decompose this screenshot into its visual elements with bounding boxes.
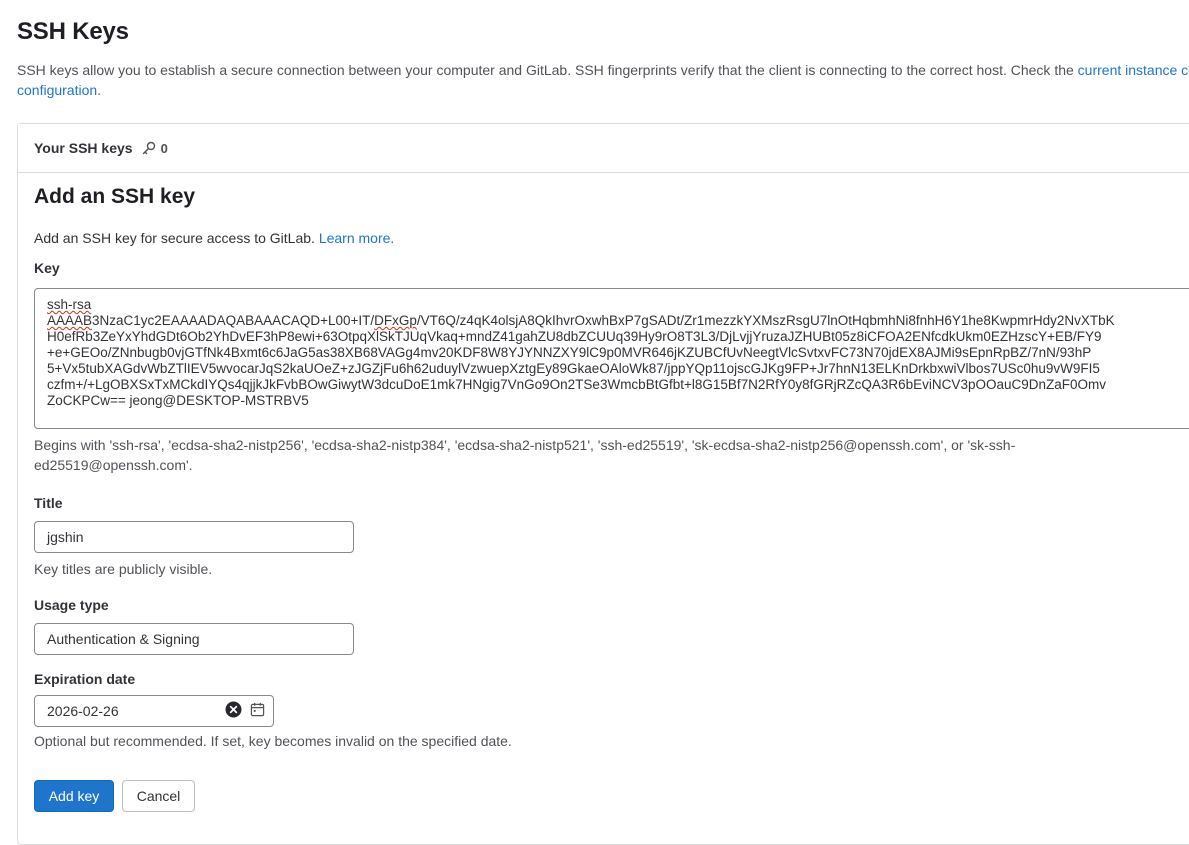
ssh-keys-card-header: Your SSH keys 0 xyxy=(18,124,1189,173)
add-key-button[interactable]: Add key xyxy=(34,780,114,812)
form-subtitle-text: Add an SSH key for secure access to GitL… xyxy=(34,230,319,246)
key-textarea[interactable]: ssh-rsa AAAAB3NzaC1yc2EAAAADAQABAAACAQD+… xyxy=(34,288,1189,429)
page-title: SSH Keys xyxy=(17,18,129,45)
key-line-6: czfm+/+LgOBXSxTxMCkdIYQs4qjjkJkFvbBOwGiw… xyxy=(47,377,1106,392)
expiration-date-label: Expiration date xyxy=(34,671,136,687)
calendar-icon[interactable] xyxy=(250,702,265,720)
expiration-date-input[interactable]: 2026-02-26 xyxy=(34,695,274,727)
ssh-keys-card: Your SSH keys 0 Add an SSH key Add an SS… xyxy=(17,123,1189,845)
key-line-4: +e+GEOo/ZNnbugb0vjGTfNk4Bxmt6c6JaG5as38X… xyxy=(47,345,1092,360)
title-input-value: jgshin xyxy=(47,529,84,545)
key-line-7: ZoCKPCw== jeong@DESKTOP-MSTRBV5 xyxy=(47,393,309,408)
form-actions: Add key Cancel xyxy=(18,780,318,812)
your-ssh-keys-label: Your SSH keys xyxy=(34,140,133,156)
title-label: Title xyxy=(34,495,63,511)
key-icon xyxy=(141,140,157,156)
learn-more-link[interactable]: Learn more. xyxy=(319,230,394,246)
usage-type-value: Authentication & Signing xyxy=(47,631,200,647)
page-description: SSH keys allow you to establish a secure… xyxy=(17,60,1189,100)
page-description-end: . xyxy=(97,82,102,98)
key-label: Key xyxy=(34,260,60,276)
expiration-help-text: Optional but recommended. If set, key be… xyxy=(34,733,512,749)
clear-icon[interactable] xyxy=(225,701,242,721)
ssh-key-count: 0 xyxy=(160,140,168,156)
key-help-line-1: Begins with 'ssh-rsa', 'ecdsa-sha2-nistp… xyxy=(34,437,1016,453)
cancel-button[interactable]: Cancel xyxy=(122,780,195,812)
key-line-3: H0efRb3ZeYxYhdGDt6Ob2YhDvEF3hP8ewi+63Otp… xyxy=(47,329,1102,344)
instance-configuration-link-line2[interactable]: configuration xyxy=(17,82,97,98)
key-line-2: AAAAB3NzaC1yc2EAAAADAQABAAACAQD+L00+IT/D… xyxy=(47,313,1115,328)
usage-type-select[interactable]: Authentication & Signing xyxy=(34,623,354,655)
title-help-text: Key titles are publicly visible. xyxy=(34,561,213,577)
key-help-text: Begins with 'ssh-rsa', 'ecdsa-sha2-nistp… xyxy=(34,435,1015,475)
usage-type-label: Usage type xyxy=(34,597,109,613)
form-subtitle: Add an SSH key for secure access to GitL… xyxy=(34,230,394,246)
title-input[interactable]: jgshin xyxy=(34,521,354,553)
expiration-date-value: 2026-02-26 xyxy=(47,703,119,719)
key-line-1: ssh-rsa xyxy=(47,297,92,312)
instance-configuration-link[interactable]: current instance configuration xyxy=(1078,62,1189,78)
key-line-5: 5+Vx5tubXAGdvWbZTlIEV5wvocarJqS2kaUOeZ+z… xyxy=(47,361,1100,376)
key-help-line-2: ed25519@openssh.com'. xyxy=(34,457,193,473)
page-description-text: SSH keys allow you to establish a secure… xyxy=(17,62,1078,78)
form-title: Add an SSH key xyxy=(34,185,196,208)
